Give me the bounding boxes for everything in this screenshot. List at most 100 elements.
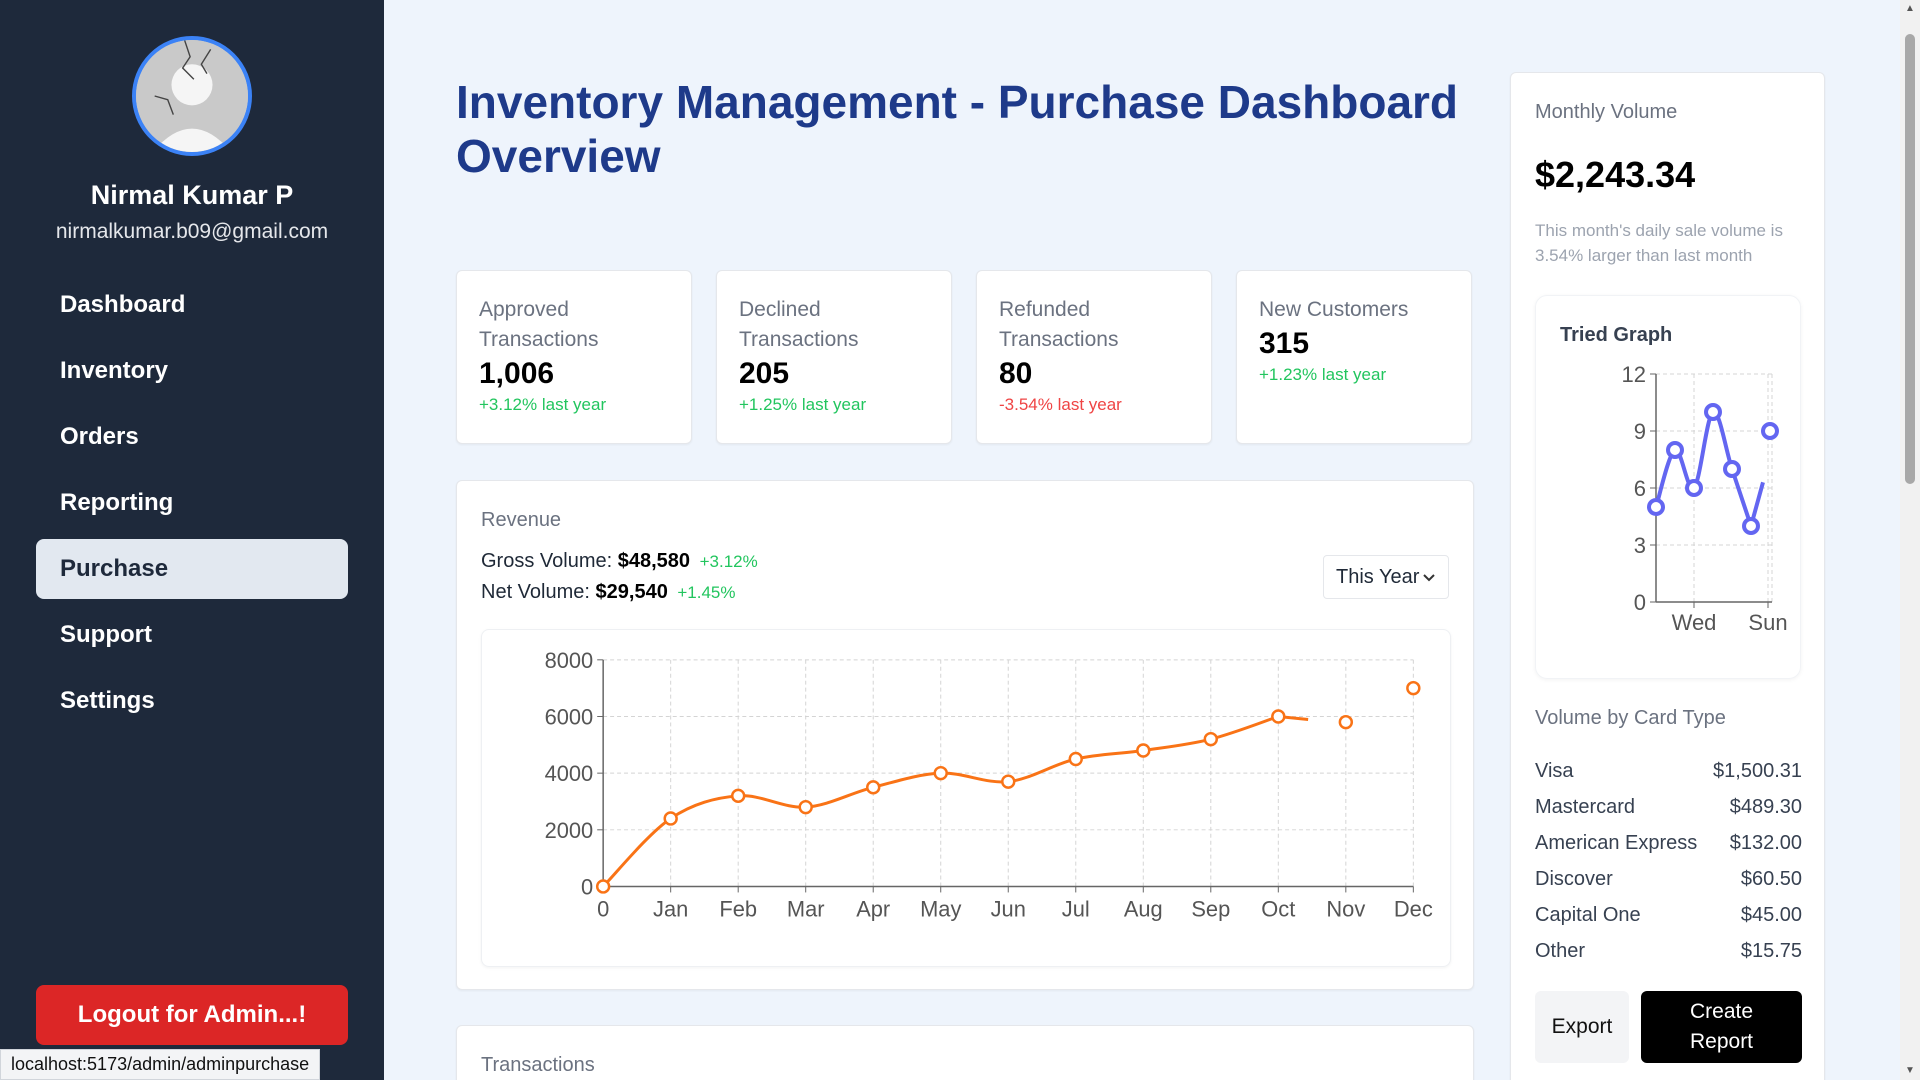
user-name: Nirmal Kumar P — [90, 180, 294, 210]
card-type-amount: $60.50 — [1740, 867, 1802, 890]
export-button[interactable]: Export — [1535, 991, 1629, 1063]
stat-value: 315 — [1259, 327, 1310, 360]
stat-value: 1,006 — [479, 357, 555, 390]
data-point-apr — [866, 780, 881, 795]
stat-card-declined: Declined Transactions 205 +1.25% last ye… — [716, 270, 952, 444]
stat-value: 80 — [999, 357, 1033, 390]
stat-label: Approved Transactions — [479, 298, 599, 351]
monthly-volume-label: Monthly Volume — [1535, 101, 1678, 123]
stat-change: +1.25% last year — [739, 395, 867, 414]
data-point-nov — [1338, 714, 1354, 730]
x-tick-label: 0 — [597, 896, 609, 921]
list-item: Other $15.75 — [1535, 933, 1802, 969]
list-item: American Express $132.00 — [1535, 825, 1802, 861]
data-point-mar — [798, 799, 813, 815]
list-item: Visa $1,500.31 — [1535, 753, 1802, 789]
sidebar-item-dashboard[interactable]: Dashboard — [36, 275, 348, 335]
stat-card-approved: Approved Transactions 1,006 +3.12% last … — [456, 270, 692, 444]
card-type-name: Other — [1535, 939, 1586, 962]
list-item: Mastercard $489.30 — [1535, 789, 1802, 825]
page-title: Inventory Management - Purchase Dashboar… — [456, 76, 1459, 182]
avatar[interactable] — [132, 36, 252, 156]
data-point-dec — [1406, 680, 1421, 696]
data-point-aug — [1136, 743, 1151, 758]
sidebar-item-settings[interactable]: Settings — [36, 671, 348, 731]
data-point-jan — [663, 811, 678, 826]
tried-data-point — [1723, 460, 1741, 478]
list-item: Discover $60.50 — [1535, 861, 1802, 897]
tried-line — [1654, 409, 1765, 533]
gross-volume-change: +3.12% — [699, 552, 758, 571]
stat-label: New Customers — [1259, 298, 1409, 321]
card-type-amount: $15.75 — [1740, 939, 1802, 962]
gross-volume-value: $48,580 — [617, 550, 691, 572]
tried-data-point — [1742, 517, 1760, 535]
page-scrollbar[interactable]: ▲ ▼ — [1900, 0, 1920, 1080]
stat-value: 205 — [739, 357, 790, 390]
tried-data-point — [1666, 441, 1684, 459]
net-volume-value: $29,540 — [595, 581, 668, 603]
period-select[interactable]: This Year — [1323, 555, 1449, 599]
x-tick-label: Sun — [1748, 610, 1787, 635]
net-volume-label: Net Volume: — [481, 581, 590, 603]
revenue-line — [602, 714, 1309, 888]
data-point-oct — [1271, 709, 1286, 724]
gross-volume: Gross Volume: $48,580 +3.12% — [481, 546, 1449, 577]
tried-graph-card: Tried Graph 0 3 6 9 12 Wed Sun — [1535, 295, 1801, 679]
stat-card-refunded: Refunded Transactions 80 -3.54% last yea… — [976, 270, 1212, 444]
card-type-amount: $132.00 — [1729, 831, 1802, 854]
stat-change: +1.23% last year — [1259, 365, 1387, 384]
y-tick-label: 9 — [1634, 419, 1646, 444]
transactions-card: Transactions — [456, 1025, 1474, 1080]
sidebar: Nirmal Kumar P nirmalkumar.b09@gmail.com… — [0, 0, 384, 1080]
sidebar-nav: Dashboard Inventory Orders Reporting Pur… — [36, 275, 348, 737]
revenue-chart: 0 2000 4000 6000 8000 0 Jan Feb Mar Apr May Jun Jul A… — [481, 629, 1451, 967]
tried-data-point — [1685, 479, 1703, 497]
y-tick-label: 3 — [1634, 533, 1646, 558]
scroll-down-icon[interactable]: ▼ — [1905, 1066, 1915, 1076]
sidebar-item-purchase[interactable]: Purchase — [36, 539, 348, 599]
net-volume: Net Volume: $29,540 +1.45% — [481, 577, 1449, 608]
data-point-0 — [595, 879, 611, 894]
sidebar-item-support[interactable]: Support — [36, 605, 348, 665]
monthly-volume-panel: Monthly Volume $2,243.34 This month's da… — [1510, 72, 1825, 1080]
y-tick-label: 0 — [1634, 590, 1646, 615]
card-type-name: Discover — [1535, 867, 1613, 890]
x-tick-label: Aug — [1124, 896, 1163, 921]
scroll-up-icon[interactable]: ▲ — [1905, 4, 1915, 14]
sidebar-item-orders[interactable]: Orders — [36, 407, 348, 467]
y-tick-label: 2000 — [545, 818, 594, 843]
data-point-jul — [1068, 751, 1083, 767]
logout-button[interactable]: Logout for Admin...! — [36, 985, 348, 1045]
y-tick-label: 4000 — [545, 761, 594, 786]
x-tick-label: Dec — [1394, 896, 1433, 921]
x-tick-label: Jan — [653, 896, 688, 921]
user-email: nirmalkumar.b09@gmail.com — [55, 220, 329, 243]
data-point-jun — [1001, 774, 1016, 789]
create-report-button[interactable]: Create Report — [1641, 991, 1802, 1063]
card-type-amount: $45.00 — [1740, 903, 1802, 926]
revenue-card: Revenue Gross Volume: $48,580 +3.12% Net… — [456, 480, 1474, 990]
sidebar-item-reporting[interactable]: Reporting — [36, 473, 348, 533]
tried-graph-svg: 0 3 6 9 12 Wed Sun — [1622, 362, 1788, 635]
stat-card-new-customers: New Customers 315 +1.23% last year — [1236, 270, 1472, 444]
x-tick-label: May — [920, 896, 961, 921]
y-tick-label: 8000 — [545, 648, 594, 673]
card-type-amount: $1,500.31 — [1713, 759, 1802, 782]
tried-graph-title: Tried Graph — [1560, 324, 1673, 346]
tried-data-point — [1761, 422, 1779, 440]
x-tick-label: Sep — [1191, 896, 1230, 921]
gross-volume-label: Gross Volume: — [481, 550, 613, 572]
x-tick-label: Jun — [991, 896, 1026, 921]
revenue-label: Revenue — [481, 509, 562, 531]
card-type-label: Volume by Card Type — [1535, 707, 1726, 729]
x-tick-label: Oct — [1261, 896, 1295, 921]
chevron-down-icon — [1422, 566, 1436, 589]
card-type-name: Capital One — [1535, 903, 1641, 926]
card-type-name: Visa — [1535, 759, 1574, 782]
scrollbar-thumb[interactable] — [1905, 34, 1915, 484]
y-tick-label: 6 — [1634, 476, 1646, 501]
card-type-amount: $489.30 — [1729, 795, 1802, 818]
sidebar-item-inventory[interactable]: Inventory — [36, 341, 348, 401]
period-select-value: This Year — [1336, 565, 1420, 588]
